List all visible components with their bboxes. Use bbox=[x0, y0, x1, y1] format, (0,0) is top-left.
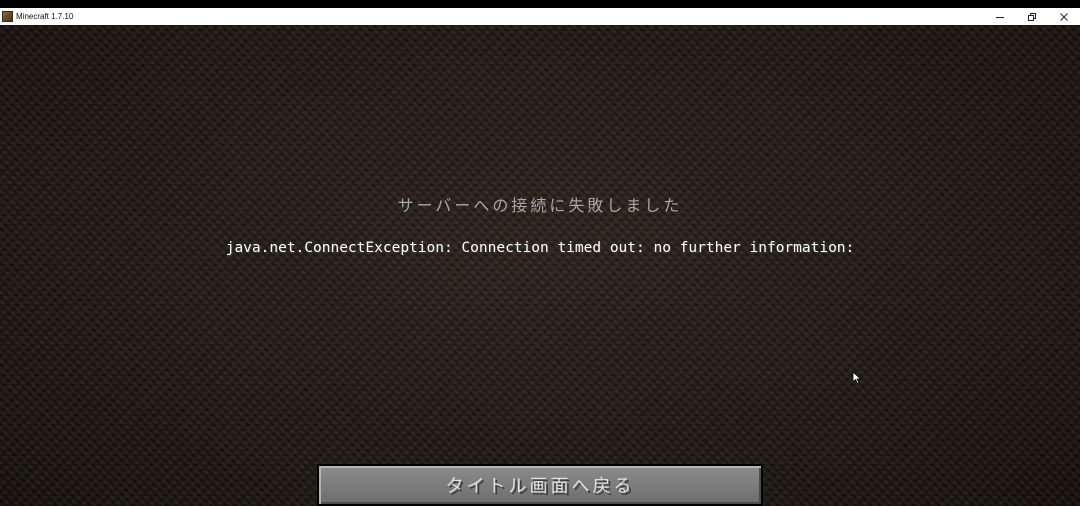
window-title: Minecraft 1.7.10 bbox=[16, 12, 74, 21]
close-icon bbox=[1060, 12, 1068, 21]
restore-button[interactable] bbox=[1016, 8, 1048, 25]
minimize-button[interactable] bbox=[984, 8, 1016, 25]
minimize-icon bbox=[996, 16, 1004, 18]
close-button[interactable] bbox=[1048, 8, 1080, 25]
restore-icon bbox=[1028, 12, 1036, 21]
mouse-cursor-icon bbox=[852, 371, 862, 385]
window-controls bbox=[984, 8, 1080, 25]
game-viewport: サーバーへの接続に失敗しました java.net.ConnectExceptio… bbox=[0, 25, 1080, 506]
error-title: サーバーへの接続に失敗しました bbox=[397, 196, 683, 215]
window-titlebar: Minecraft 1.7.10 bbox=[0, 8, 1080, 26]
error-message: java.net.ConnectException: Connection ti… bbox=[225, 240, 855, 256]
minecraft-block-icon bbox=[2, 11, 13, 22]
back-to-title-button[interactable]: タイトル画面へ戻る bbox=[317, 464, 763, 506]
